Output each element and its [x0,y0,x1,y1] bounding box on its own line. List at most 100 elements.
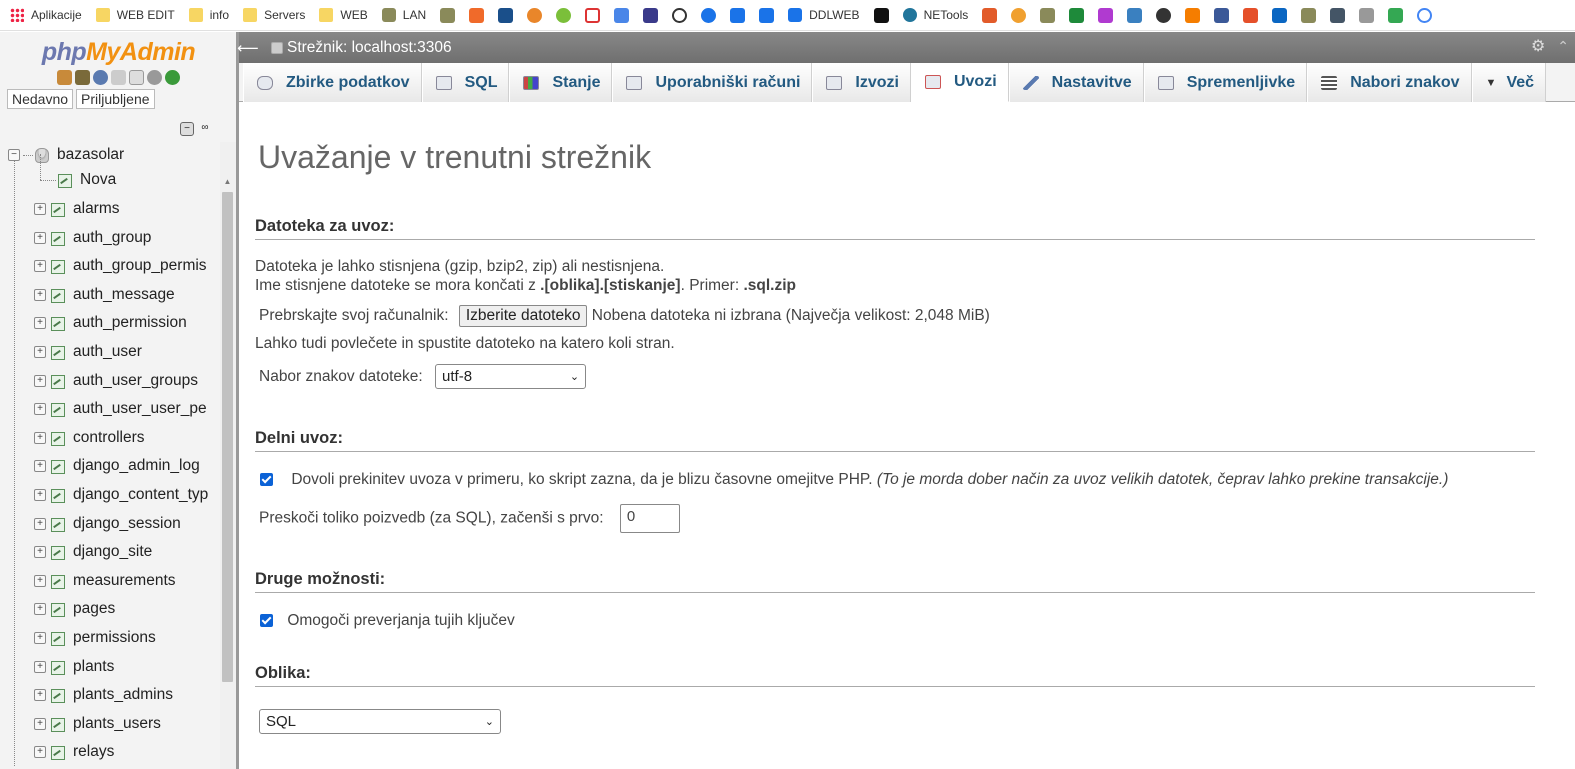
tab-settings[interactable]: Nastavitve [1008,63,1144,102]
link-icon[interactable]: ∞ [198,122,212,136]
tab-import[interactable]: Uvozi [910,63,1009,102]
expand-icon[interactable]: + [34,403,46,416]
collapse-all-icon[interactable]: − [180,122,194,136]
tree-table[interactable]: + django_content_typ [34,483,208,507]
copy-icon[interactable] [129,70,144,85]
tab-variables[interactable]: Spremenljivke [1143,63,1308,102]
bookmark-site-icon[interactable] [1301,7,1317,23]
gmail-icon[interactable] [585,7,601,23]
server-breadcrumb[interactable]: Strežnik: localhost:3306 [271,39,452,57]
tree-table[interactable]: + auth_user_user_pe [34,397,207,421]
tree-table[interactable]: + auth_group [34,226,151,250]
bookmark-apps[interactable]: Aplikacije [10,8,82,22]
expand-icon[interactable]: + [34,203,46,215]
expand-icon[interactable]: + [34,660,46,673]
extension-icon[interactable] [759,7,775,23]
skip-queries-input[interactable]: 0 [619,504,680,533]
tree-table[interactable]: + django_site [34,540,152,564]
tree-table[interactable]: + auth_message [34,283,175,307]
tree-database[interactable]: − bazasolar [8,143,124,167]
format-select[interactable]: SQL ⌄ [259,709,501,734]
logout-icon[interactable] [75,70,90,85]
bookmark-site-icon[interactable] [1011,7,1027,23]
expand-icon[interactable]: + [34,717,46,730]
expand-icon[interactable]: + [34,374,46,387]
bookmark-site-icon[interactable] [1127,7,1143,23]
bookmark-site-icon[interactable] [1156,7,1172,23]
star-icon[interactable] [730,7,746,23]
bookmark-site-icon[interactable] [873,7,889,23]
facebook-icon[interactable] [1214,7,1230,23]
tree-table[interactable]: + django_session [34,512,181,536]
help-icon[interactable] [93,70,108,85]
tree-table[interactable]: + plants [34,655,114,679]
expand-icon[interactable]: + [34,231,46,244]
bookmark-site-icon[interactable] [556,7,572,23]
expand-icon[interactable]: + [34,546,46,559]
expand-icon[interactable]: + [34,632,46,644]
expand-icon[interactable]: + [34,574,46,587]
bookmark-web[interactable]: WEB [319,8,368,22]
bookmark-ddlweb[interactable]: DDLWEB [788,8,860,22]
bookmark-site-icon[interactable] [1359,7,1375,23]
bookmark-site-icon[interactable] [1040,7,1056,23]
expand-icon[interactable]: + [34,689,46,702]
choose-file-button[interactable]: Izberite datoteko [458,305,588,327]
tree-table[interactable]: + controllers [34,426,145,450]
tab-status[interactable]: Stanje [509,63,613,102]
expand-icon[interactable]: + [34,603,46,616]
expand-icon[interactable]: + [34,317,46,330]
blogger-icon[interactable] [1185,7,1201,23]
drive-icon[interactable] [1388,7,1404,23]
tree-table[interactable]: + plants_users [34,712,161,736]
scroll-top-icon[interactable]: ⌃ [1557,38,1569,55]
favorites-button[interactable]: Priljubljene [76,89,155,109]
home-icon[interactable] [57,70,72,85]
tree-table[interactable]: + auth_group_permis [34,254,207,278]
docs-icon[interactable] [111,70,126,85]
bookmark-web-edit[interactable]: WEB EDIT [95,8,175,22]
gear-icon[interactable] [701,7,717,23]
fk-checks-checkbox[interactable] [260,614,273,628]
expand-icon[interactable]: + [34,346,46,358]
gear-icon[interactable]: ⚙ [1531,39,1547,55]
tree-table[interactable]: + auth_user [34,340,142,364]
scroll-up-arrow[interactable]: ▲ [222,177,233,187]
phpmyadmin-logo[interactable]: phpMyAdmin [0,38,237,67]
expand-icon[interactable]: + [34,260,46,273]
charset-select[interactable]: utf-8 ⌄ [435,364,587,389]
allow-interrupt-checkbox[interactable] [260,473,273,487]
bookmark-servers[interactable]: Servers [243,8,305,22]
tab-sql[interactable]: SQL [421,63,510,102]
tree-table[interactable]: + auth_permission [34,311,187,335]
translate-icon[interactable] [614,7,630,23]
tab-more[interactable]: ▼ Več [1471,63,1547,102]
speed-icon[interactable] [672,7,688,23]
lock-icon[interactable] [1069,7,1085,23]
tree-table[interactable]: + permissions [34,626,156,650]
bookmark-site-icon[interactable] [498,7,514,23]
gear-icon[interactable] [147,70,162,85]
expand-icon[interactable]: + [34,431,46,444]
collapse-icon[interactable]: − [8,149,20,161]
expand-icon[interactable]: + [34,460,46,473]
tree-table[interactable]: + auth_user_groups [34,369,198,393]
tab-export[interactable]: Izvozi [812,63,911,102]
expand-icon[interactable]: + [34,489,46,501]
bookmark-site-icon[interactable] [527,7,543,23]
expand-icon[interactable]: + [34,517,46,530]
bookmark-site-icon[interactable] [440,7,456,23]
tree-new[interactable]: Nova [40,154,116,192]
tree-table[interactable]: + django_admin_log [34,454,200,478]
bookmark-site-icon[interactable] [1243,7,1259,23]
bookmark-lan[interactable]: LAN [381,8,426,22]
recent-button[interactable]: Nedavno [7,89,74,109]
tab-user-accounts[interactable]: Uporabniški računi [612,63,813,102]
bookmark-site-icon[interactable] [469,7,485,23]
expand-icon[interactable]: + [34,288,46,301]
bookmark-site-icon[interactable] [643,7,659,23]
bookmark-site-icon[interactable] [1330,7,1346,23]
collapse-nav-icon[interactable]: ⟵ [237,39,259,57]
tab-databases[interactable]: Zbirke podatkov [243,63,422,102]
reload-icon[interactable] [165,70,180,85]
